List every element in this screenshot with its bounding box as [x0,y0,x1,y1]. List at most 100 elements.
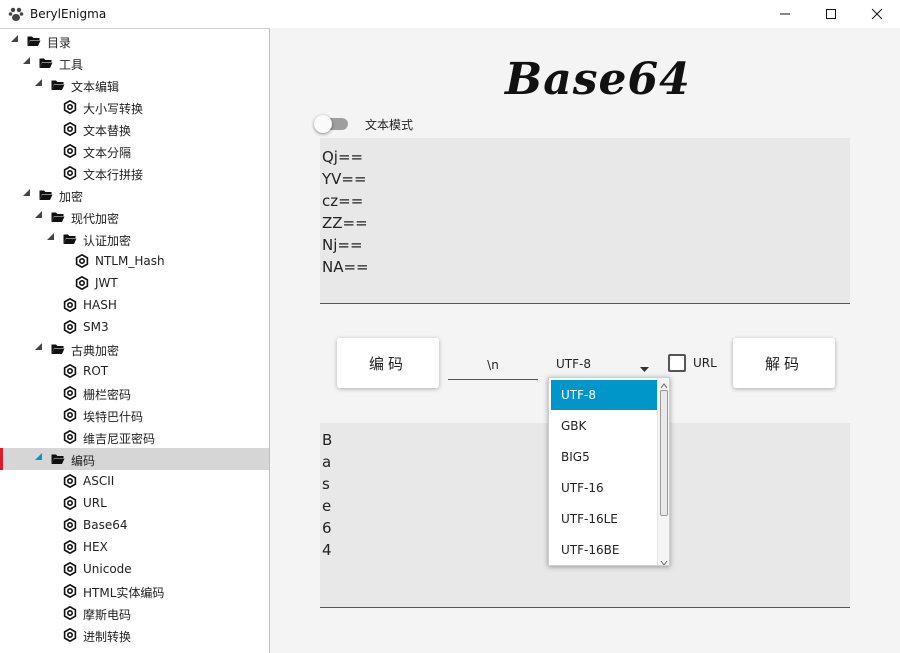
tree-folder-label: 现代加密 [71,212,120,226]
tree-item-label: JWT [95,276,118,290]
tree-item[interactable]: 维吉尼亚密码 [0,426,269,448]
charset-select[interactable]: UTF-8 [548,350,655,380]
tree-folder-label: 目录 [47,36,72,50]
gear-icon [63,628,77,642]
charset-option[interactable]: UTF-16LE [551,504,657,534]
gear-icon [63,100,77,114]
encode-button[interactable]: 编码 [337,338,439,388]
expand-arrow-icon[interactable] [10,35,20,45]
page-title-logo: Base64 [505,54,691,105]
maximize-button[interactable] [808,0,854,28]
sidebar-tree: 目录工具文本编辑大小写转换文本替换文本分隔文本行拼接加密现代加密认证加密 NTLM… [0,28,270,653]
tree-item[interactable]: 大小写转换 [0,96,269,118]
gear-icon [63,122,77,136]
gear-icon [63,562,77,576]
chevron-down-icon [640,362,649,376]
tree-item-label: 进制转换 [83,630,132,644]
text-mode-label: 文本模式 [365,118,414,132]
tree-item-label: NTLM_Hash [95,254,165,268]
scroll-up-icon[interactable] [660,379,668,389]
paw-icon [8,6,24,22]
tree-item[interactable]: URL [0,492,269,514]
gear-icon [63,474,77,488]
scroll-down-icon[interactable] [660,556,668,565]
tree-item-label: 埃特巴什码 [83,410,144,424]
gear-icon [63,518,77,532]
tree-item-label: 大小写转换 [83,102,144,116]
charset-dropdown-list: UTF-8 GBK BIG5 UTF-16 UTF-16LE UTF-16BE [548,377,670,566]
text-mode-toggle[interactable] [312,112,354,133]
tree-item-label: 文本分隔 [83,146,132,160]
tree-item[interactable]: NTLM_Hash [0,250,269,272]
tree-item[interactable]: JWT [0,272,269,294]
tree-item[interactable]: HASH [0,294,269,316]
tree-folder-label: 认证加密 [83,234,132,248]
input-textarea[interactable]: Qj== YV== cz== ZZ== Nj== NA== [320,138,850,304]
gear-icon [63,320,77,334]
dropdown-scrollbar[interactable] [657,378,669,565]
tree-item[interactable]: Base64 [0,514,269,536]
folder-open-icon [51,343,65,357]
minimize-button[interactable] [762,0,808,28]
folder-open-icon [27,35,41,49]
url-checkbox[interactable] [668,354,686,372]
url-checkbox-label: URL [693,356,717,370]
tree-folder[interactable]: 工具 [0,52,269,74]
gear-icon [63,606,77,620]
tree-folder-label: 工具 [59,58,84,72]
expand-arrow-icon[interactable] [34,211,44,221]
tree-folder[interactable]: 加密 [0,184,269,206]
tree-item[interactable]: 文本行拼接 [0,162,269,184]
title-bar: BerylEnigma [0,0,900,28]
separator-input[interactable]: \n [448,350,538,380]
tree-item-label: HASH [83,298,117,312]
tree-item[interactable]: 摩斯电码 [0,602,269,624]
gear-icon [63,166,77,180]
tree-item-label: HEX [83,540,108,554]
tree-item[interactable]: ASCII [0,470,269,492]
tree-item[interactable]: HTML实体编码 [0,580,269,602]
expand-arrow-icon[interactable] [34,79,44,89]
gear-icon [75,276,89,290]
tree-folder[interactable]: 编码 [0,448,269,470]
gear-icon [63,298,77,312]
tree-item[interactable]: 文本分隔 [0,140,269,162]
tree-folder[interactable]: 文本编辑 [0,74,269,96]
tree-folder[interactable]: 古典加密 [0,338,269,360]
expand-arrow-icon[interactable] [22,189,32,199]
expand-arrow-icon[interactable] [22,57,32,67]
charset-option[interactable]: BIG5 [551,442,657,472]
tree-folder-label: 编码 [71,454,96,468]
gear-icon [63,408,77,422]
scrollbar-thumb[interactable] [660,390,668,516]
tree-folder-label: 古典加密 [71,344,120,358]
tree-item[interactable]: 埃特巴什码 [0,404,269,426]
charset-option[interactable]: UTF-16 [551,473,657,503]
tree-folder[interactable]: 认证加密 [0,228,269,250]
tree-item-label: Base64 [83,518,128,532]
decode-button[interactable]: 解码 [733,338,835,388]
tree-item-label: ASCII [83,474,115,488]
tree-item-label: URL [83,496,107,510]
tree-folder-label: 加密 [59,190,84,204]
charset-option[interactable]: UTF-8 [551,380,657,410]
tree-folder[interactable]: 目录 [0,30,269,52]
tree-item[interactable]: 文本替换 [0,118,269,140]
tree-item[interactable]: 栅栏密码 [0,382,269,404]
tree-folder[interactable]: 现代加密 [0,206,269,228]
expand-arrow-icon[interactable] [46,233,56,243]
close-button[interactable] [854,0,900,28]
tree-item-label: Unicode [83,562,132,576]
gear-icon [63,144,77,158]
gear-icon [63,540,77,554]
tree-item-label: 维吉尼亚密码 [83,432,156,446]
tree-item[interactable]: Unicode [0,558,269,580]
tree-item[interactable]: ROT [0,360,269,382]
tree-item[interactable]: HEX [0,536,269,558]
charset-option[interactable]: UTF-16BE [551,535,657,565]
charset-option[interactable]: GBK [551,411,657,441]
tree-item[interactable]: SM3 [0,316,269,338]
tree-item[interactable]: 进制转换 [0,624,269,646]
expand-arrow-icon[interactable] [34,453,44,463]
expand-arrow-icon[interactable] [34,343,44,353]
